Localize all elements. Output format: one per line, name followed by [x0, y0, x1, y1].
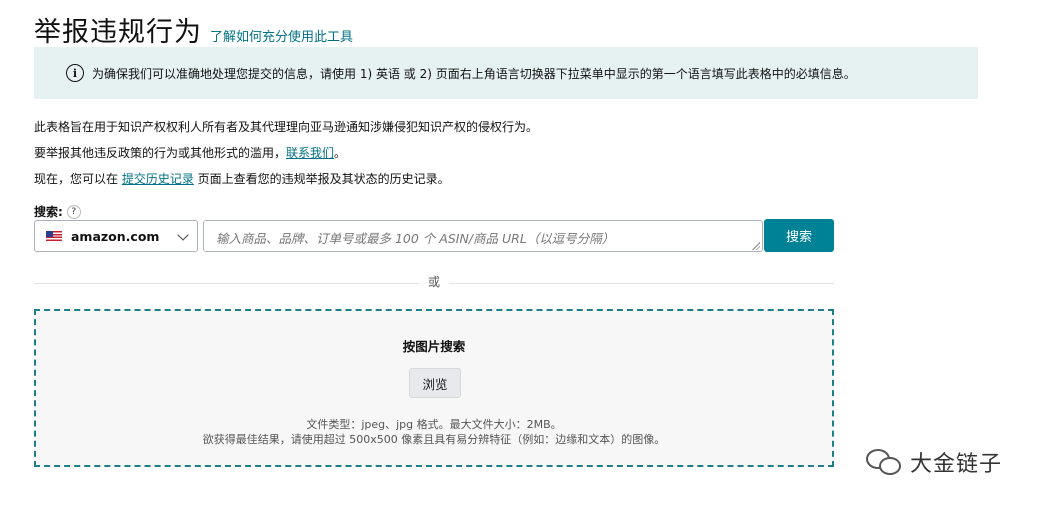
file-type-info: 文件类型：jpeg、jpg 格式。最大文件大小：2MB。	[306, 418, 562, 431]
submission-history-link[interactable]: 提交历史记录	[122, 172, 194, 186]
image-search-title: 按图片搜索	[402, 339, 466, 354]
chevron-down-icon	[177, 229, 189, 241]
search-label-row: 搜索: ?	[34, 203, 81, 220]
description-line-3: 现在，您可以在 提交历史记录 页面上查看您的违规举报及其状态的历史记录。	[34, 170, 450, 187]
notice-text: 为确保我们可以准确地处理您提交的信息，请使用 1) 英语 或 2) 页面右上角语…	[92, 66, 856, 81]
marketplace-select[interactable]: amazon.com	[34, 220, 198, 252]
wechat-bubble-small	[879, 457, 901, 475]
wechat-icon	[866, 447, 904, 477]
description-line-1: 此表格旨在用于知识产权权利人所有者及其代理理向亚马逊通知涉嫌侵犯知识产权的侵权行…	[34, 120, 539, 134]
info-icon: i	[66, 64, 84, 82]
description-line-2-end: 。	[334, 146, 347, 160]
marketplace-label: amazon.com	[71, 228, 160, 244]
contact-us-link[interactable]: 联系我们	[286, 146, 334, 160]
us-flag-icon	[46, 231, 62, 241]
description-line-3-text: 现在，您可以在	[34, 172, 122, 186]
or-separator: 或	[419, 273, 449, 290]
image-tip: 欲获得最佳结果，请使用超过 500x500 像素且具有易分辨特征（例如：边缘和文…	[202, 433, 666, 446]
description-line-2-text: 要举报其他违反政策的行为或其他形式的滥用，	[34, 146, 287, 160]
search-label: 搜索:	[34, 205, 63, 219]
search-button[interactable]: 搜索	[764, 219, 834, 252]
help-link[interactable]: 了解如何充分使用此工具	[210, 26, 353, 45]
page-header: 举报违规行为 了解如何充分使用此工具	[34, 10, 353, 49]
search-input[interactable]	[203, 220, 763, 252]
browse-button[interactable]: 浏览	[409, 368, 461, 398]
watermark: 大金链子	[866, 446, 1002, 478]
help-icon[interactable]: ?	[66, 204, 81, 219]
page-title: 举报违规行为	[34, 17, 202, 48]
language-notice: i 为确保我们可以准确地处理您提交的信息，请使用 1) 英语 或 2) 页面右上…	[34, 47, 978, 99]
description-line-2: 要举报其他违反政策的行为或其他形式的滥用，联系我们。	[34, 144, 346, 161]
description-line-3-end: 页面上查看您的违规举报及其状态的历史记录。	[193, 172, 450, 186]
image-search-dropzone[interactable]: 按图片搜索 浏览 文件类型：jpeg、jpg 格式。最大文件大小：2MB。 欲获…	[34, 309, 834, 467]
watermark-text: 大金链子	[910, 452, 1003, 477]
resize-handle[interactable]	[752, 242, 760, 250]
